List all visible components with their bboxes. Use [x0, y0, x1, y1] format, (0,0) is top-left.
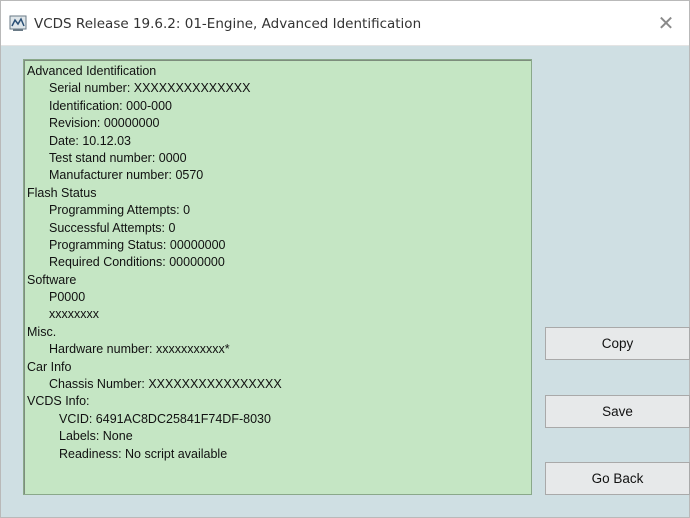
- go-back-button[interactable]: Go Back: [545, 462, 690, 495]
- section-heading-flash-status: Flash Status: [27, 185, 97, 200]
- programming-status: Programming Status: 00000000: [49, 237, 226, 252]
- vcid: VCID: 6491AC8DC25841F74DF-8030: [59, 411, 271, 426]
- hardware-number: Hardware number: xxxxxxxxxxx*: [49, 342, 230, 357]
- software-line-2: xxxxxxxx: [49, 307, 99, 322]
- identification: Identification: 000-000: [49, 98, 173, 113]
- window-title: VCDS Release 19.6.2: 01-Engine, Advanced…: [34, 16, 422, 32]
- vcds-app-icon: [9, 14, 27, 32]
- vcds-window: VCDS Release 19.6.2: 01-Engine, Advanced…: [0, 0, 690, 518]
- software-line-1: P0000: [49, 290, 86, 305]
- serial-number: Serial number: XXXXXXXXXXXXXX: [49, 81, 251, 96]
- section-heading-misc: Misc.: [27, 324, 57, 339]
- labels: Labels: None: [59, 429, 133, 444]
- required-conditions: Required Conditions: 00000000: [49, 255, 225, 270]
- programming-attempts: Programming Attempts: 0: [49, 203, 191, 218]
- readiness: Readiness: No script available: [59, 446, 228, 461]
- close-icon[interactable]: ✕: [643, 1, 689, 45]
- identification-info-panel: Advanced Identification Serial number: X…: [23, 59, 532, 495]
- save-button[interactable]: Save: [545, 395, 690, 428]
- section-heading-car-info: Car Info: [27, 359, 72, 374]
- section-heading-vcds-info: VCDS Info:: [27, 394, 90, 409]
- revision: Revision: 00000000: [49, 116, 160, 131]
- manufacturer-number: Manufacturer number: 0570: [49, 168, 204, 183]
- title-bar[interactable]: VCDS Release 19.6.2: 01-Engine, Advanced…: [1, 1, 689, 46]
- section-heading-software: Software: [27, 272, 77, 287]
- successful-attempts: Successful Attempts: 0: [49, 220, 176, 235]
- section-heading-advanced-identification: Advanced Identification: [27, 64, 157, 78]
- copy-button[interactable]: Copy: [545, 327, 690, 360]
- chassis-number: Chassis Number: XXXXXXXXXXXXXXXX: [49, 377, 282, 392]
- date: Date: 10.12.03: [49, 133, 132, 148]
- test-stand-number: Test stand number: 0000: [49, 150, 187, 165]
